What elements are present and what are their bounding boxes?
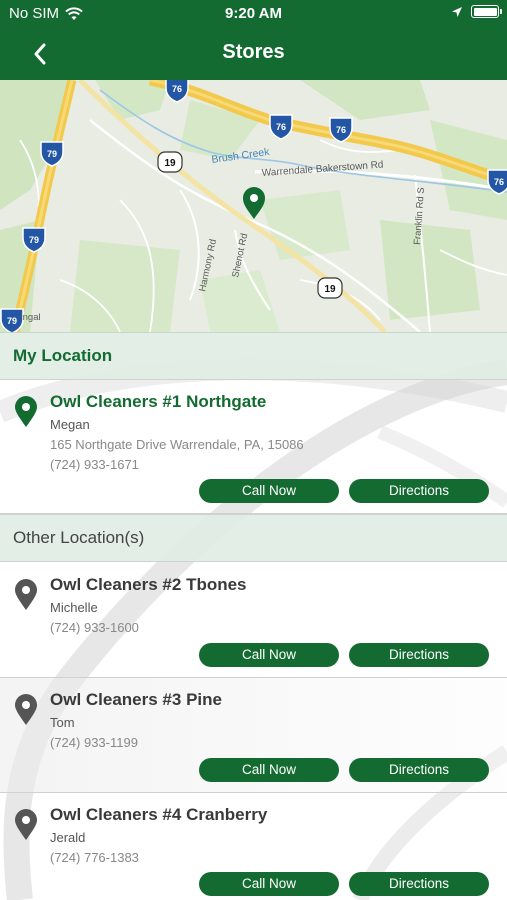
status-time: 9:20 AM bbox=[225, 5, 282, 22]
store-card[interactable]: Owl Cleaners #4 Cranberry Jerald (724) 7… bbox=[0, 793, 507, 900]
section-title: Other Location(s) bbox=[13, 528, 145, 547]
map-label-ingal: Ingal bbox=[20, 312, 41, 323]
store-phone: (724) 933-1671 bbox=[50, 457, 139, 472]
store-phone: (724) 776-1383 bbox=[50, 850, 139, 865]
location-arrow-icon bbox=[452, 6, 462, 17]
status-right bbox=[451, 5, 502, 18]
store-name: Owl Cleaners #4 Cranberry bbox=[50, 805, 268, 824]
store-contact: Jerald bbox=[50, 830, 86, 845]
store-card-primary[interactable]: Owl Cleaners #1 Northgate Megan 165 Nort… bbox=[0, 380, 507, 514]
store-contact: Megan bbox=[50, 417, 90, 432]
svg-text:76: 76 bbox=[494, 177, 504, 187]
store-card[interactable]: Owl Cleaners #3 Pine Tom (724) 933-1199 … bbox=[0, 678, 507, 793]
section-title: My Location bbox=[13, 346, 113, 365]
section-header-other-locations: Other Location(s) bbox=[0, 514, 507, 562]
svg-text:19: 19 bbox=[324, 284, 336, 295]
store-contact: Tom bbox=[50, 715, 75, 730]
map-pin-icon bbox=[15, 396, 37, 427]
store-map[interactable]: 76 76 76 76 79 79 79 19 19 Warrendale Ba… bbox=[0, 80, 507, 332]
map-canvas[interactable]: 76 76 76 76 79 79 79 19 19 Warrendale Ba… bbox=[0, 80, 507, 332]
status-bar: No SIM 9:20 AM bbox=[0, 0, 507, 28]
section-header-my-location: My Location bbox=[0, 332, 507, 380]
svg-text:76: 76 bbox=[276, 122, 286, 132]
directions-button[interactable]: Directions bbox=[349, 872, 489, 896]
nav-bar: Stores bbox=[0, 28, 507, 80]
svg-text:19: 19 bbox=[164, 158, 176, 169]
directions-button[interactable]: Directions bbox=[349, 643, 489, 667]
store-phone: (724) 933-1600 bbox=[50, 620, 139, 635]
directions-button[interactable]: Directions bbox=[349, 479, 489, 503]
store-name: Owl Cleaners #3 Pine bbox=[50, 690, 222, 709]
call-now-button[interactable]: Call Now bbox=[199, 643, 339, 667]
battery-icon bbox=[471, 5, 502, 18]
store-contact: Michelle bbox=[50, 600, 98, 615]
store-name: Owl Cleaners #1 Northgate bbox=[50, 392, 267, 411]
map-pin-icon bbox=[15, 809, 37, 840]
svg-text:79: 79 bbox=[47, 149, 57, 159]
store-phone: (724) 933-1199 bbox=[50, 735, 138, 750]
svg-text:79: 79 bbox=[7, 316, 17, 326]
shield-us19-1: 19 bbox=[157, 151, 183, 173]
store-address: 165 Northgate Drive Warrendale, PA, 1508… bbox=[50, 437, 304, 452]
svg-text:79: 79 bbox=[29, 235, 39, 245]
call-now-button[interactable]: Call Now bbox=[199, 872, 339, 896]
call-now-button[interactable]: Call Now bbox=[199, 758, 339, 782]
map-pin-icon bbox=[15, 579, 37, 610]
call-now-button[interactable]: Call Now bbox=[199, 479, 339, 503]
svg-text:76: 76 bbox=[336, 125, 346, 135]
svg-text:76: 76 bbox=[172, 84, 182, 94]
map-pin-icon bbox=[15, 694, 37, 725]
page-title: Stores bbox=[222, 41, 285, 63]
directions-button[interactable]: Directions bbox=[349, 758, 489, 782]
store-name: Owl Cleaners #2 Tbones bbox=[50, 575, 247, 594]
shield-us19-2: 19 bbox=[317, 277, 343, 299]
store-card[interactable]: Owl Cleaners #2 Tbones Michelle (724) 93… bbox=[0, 563, 507, 678]
